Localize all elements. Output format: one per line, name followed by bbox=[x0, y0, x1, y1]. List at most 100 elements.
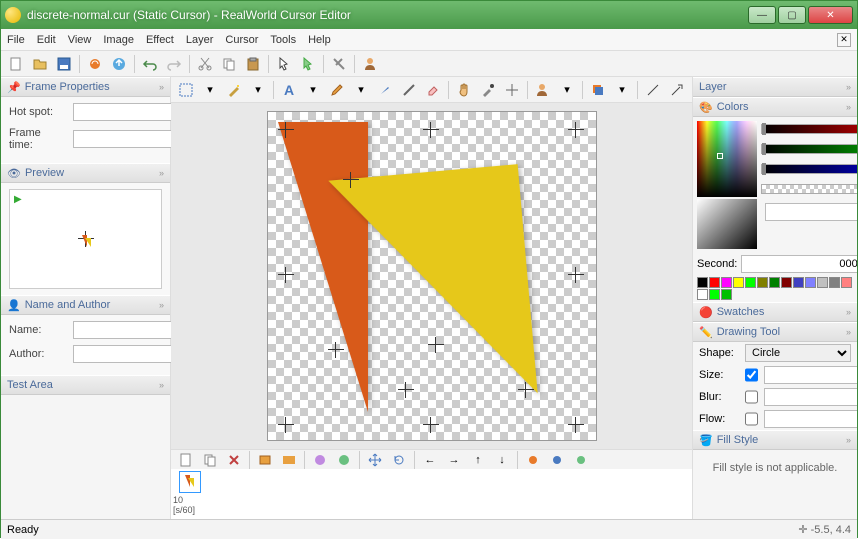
crosshair-icon[interactable] bbox=[501, 79, 523, 101]
canvas-area[interactable] bbox=[171, 103, 692, 449]
grayscale-picker[interactable] bbox=[697, 199, 757, 249]
menu-file[interactable]: File bbox=[7, 34, 25, 46]
menu-edit[interactable]: Edit bbox=[37, 34, 56, 46]
flow-input[interactable] bbox=[764, 410, 857, 428]
text-icon[interactable]: A bbox=[278, 79, 300, 101]
hex-input[interactable] bbox=[765, 203, 857, 221]
eyedropper-icon[interactable] bbox=[477, 79, 499, 101]
preview-header[interactable]: 👁 Preview » bbox=[1, 163, 170, 183]
dropdown-icon[interactable]: ▾ bbox=[247, 79, 269, 101]
line-tool-icon[interactable] bbox=[642, 79, 664, 101]
dropdown-icon[interactable]: ▾ bbox=[611, 79, 633, 101]
collapse-icon[interactable]: » bbox=[846, 327, 851, 337]
minimize-button[interactable]: — bbox=[748, 6, 776, 24]
palette-swatch[interactable] bbox=[769, 277, 780, 288]
filter3-icon[interactable] bbox=[570, 449, 592, 471]
upload-icon[interactable] bbox=[108, 53, 130, 75]
rotate-icon[interactable] bbox=[388, 449, 410, 471]
menu-layer[interactable]: Layer bbox=[186, 34, 214, 46]
alpha-slider[interactable] bbox=[761, 184, 857, 194]
hue-sat-picker[interactable] bbox=[697, 121, 757, 197]
menu-cursor[interactable]: Cursor bbox=[225, 34, 258, 46]
frame-thumb[interactable]: 10 [s/60] bbox=[173, 471, 207, 515]
name-author-header[interactable]: 👤 Name and Author » bbox=[1, 295, 170, 315]
undo-icon[interactable] bbox=[139, 53, 161, 75]
palette-swatch[interactable] bbox=[817, 277, 828, 288]
menu-tools[interactable]: Tools bbox=[270, 34, 296, 46]
hand-icon[interactable] bbox=[453, 79, 475, 101]
filter2-icon[interactable] bbox=[546, 449, 568, 471]
fx1-icon[interactable] bbox=[309, 449, 331, 471]
new-frame-icon[interactable] bbox=[175, 449, 197, 471]
collapse-icon[interactable]: » bbox=[846, 102, 851, 112]
move-icon[interactable] bbox=[364, 449, 386, 471]
test-area-header[interactable]: Test Area » bbox=[1, 375, 170, 395]
left-icon[interactable]: ← bbox=[419, 449, 441, 471]
dropdown-icon[interactable]: ▾ bbox=[302, 79, 324, 101]
palette-swatch[interactable] bbox=[721, 277, 732, 288]
apply-icon[interactable] bbox=[297, 53, 319, 75]
play-icon[interactable]: ▶ bbox=[14, 194, 22, 205]
second-hex-input[interactable] bbox=[741, 255, 857, 273]
palette-swatch[interactable] bbox=[709, 289, 720, 300]
paste-icon[interactable] bbox=[242, 53, 264, 75]
palette-swatch[interactable] bbox=[697, 289, 708, 300]
copy-icon[interactable] bbox=[218, 53, 240, 75]
up-icon[interactable]: ↑ bbox=[467, 449, 489, 471]
online-icon[interactable] bbox=[84, 53, 106, 75]
palette-swatch[interactable] bbox=[805, 277, 816, 288]
palette-swatch[interactable] bbox=[745, 277, 756, 288]
collapse-icon[interactable]: » bbox=[846, 435, 851, 445]
flow-checkbox[interactable] bbox=[745, 412, 758, 426]
down-icon[interactable]: ↓ bbox=[491, 449, 513, 471]
collapse-icon[interactable]: » bbox=[846, 307, 851, 317]
pencil-icon[interactable] bbox=[326, 79, 348, 101]
close-button[interactable]: ✕ bbox=[808, 6, 853, 24]
collapse-icon[interactable]: » bbox=[159, 300, 164, 310]
palette-swatch[interactable] bbox=[757, 277, 768, 288]
redo-icon[interactable] bbox=[163, 53, 185, 75]
palette-swatch[interactable] bbox=[709, 277, 720, 288]
right-icon[interactable]: → bbox=[443, 449, 465, 471]
user-icon[interactable] bbox=[359, 53, 381, 75]
palette-swatch[interactable] bbox=[781, 277, 792, 288]
collapse-icon[interactable]: » bbox=[159, 380, 164, 390]
palette-swatch[interactable] bbox=[829, 277, 840, 288]
collapse-icon[interactable]: » bbox=[159, 82, 164, 92]
blue-slider[interactable] bbox=[761, 164, 857, 174]
wand-icon[interactable] bbox=[223, 79, 245, 101]
blur-input[interactable] bbox=[764, 388, 857, 406]
filter1-icon[interactable] bbox=[522, 449, 544, 471]
green-slider[interactable] bbox=[761, 144, 857, 154]
open-icon[interactable] bbox=[29, 53, 51, 75]
append-frame-icon[interactable] bbox=[278, 449, 300, 471]
dropdown-icon[interactable]: ▾ bbox=[199, 79, 221, 101]
fill-style-header[interactable]: 🪣 Fill Style » bbox=[693, 430, 857, 450]
eraser-icon[interactable] bbox=[422, 79, 444, 101]
palette-swatch[interactable] bbox=[721, 289, 732, 300]
blur-checkbox[interactable] bbox=[745, 390, 758, 404]
person-add-icon[interactable] bbox=[532, 79, 554, 101]
dropdown-icon[interactable]: ▾ bbox=[556, 79, 578, 101]
shape-select[interactable]: Circle bbox=[745, 344, 851, 362]
delete-frame-icon[interactable] bbox=[223, 449, 245, 471]
save-icon[interactable] bbox=[53, 53, 75, 75]
menu-help[interactable]: Help bbox=[308, 34, 331, 46]
maximize-button[interactable]: ▢ bbox=[778, 6, 806, 24]
select-rect-icon[interactable] bbox=[175, 79, 197, 101]
collapse-icon[interactable]: » bbox=[159, 168, 164, 178]
layer-header[interactable]: Layer » bbox=[693, 77, 857, 97]
new-icon[interactable] bbox=[5, 53, 27, 75]
size-input[interactable] bbox=[764, 366, 857, 384]
palette-swatch[interactable] bbox=[793, 277, 804, 288]
size-checkbox[interactable] bbox=[745, 368, 758, 382]
menu-image[interactable]: Image bbox=[103, 34, 134, 46]
menu-view[interactable]: View bbox=[68, 34, 92, 46]
line-icon[interactable] bbox=[398, 79, 420, 101]
fx2-icon[interactable] bbox=[333, 449, 355, 471]
frame-properties-header[interactable]: 📌 Frame Properties » bbox=[1, 77, 170, 97]
menu-effect[interactable]: Effect bbox=[146, 34, 174, 46]
red-slider[interactable] bbox=[761, 124, 857, 134]
insert-frame-icon[interactable] bbox=[254, 449, 276, 471]
document-close-button[interactable]: ✕ bbox=[837, 33, 851, 47]
